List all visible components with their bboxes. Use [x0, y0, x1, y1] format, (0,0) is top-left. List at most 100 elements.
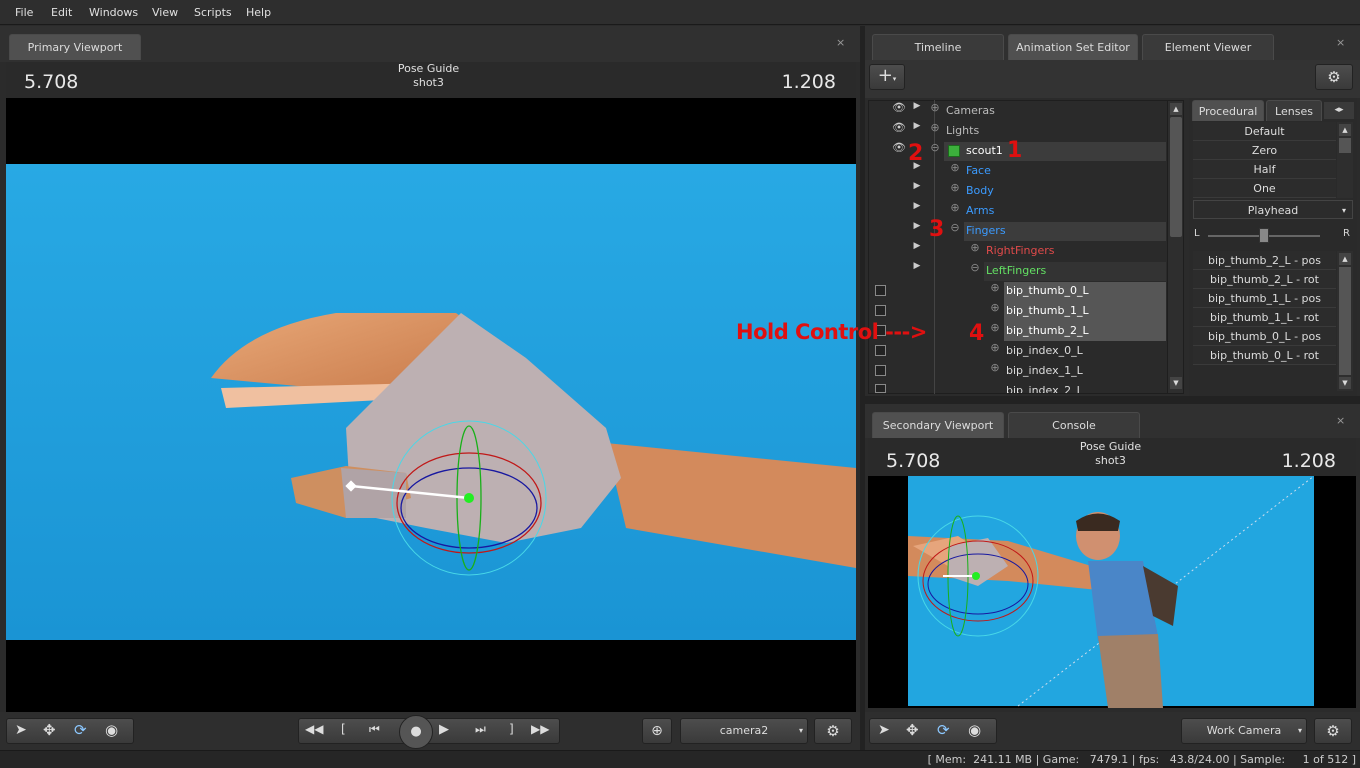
scale-tool-icon[interactable]: ◉ [105, 721, 118, 739]
add-button[interactable]: +▾ [869, 64, 905, 90]
vertical-splitter[interactable] [860, 26, 865, 750]
visibility-eye-icon[interactable]: 👁 [892, 141, 906, 161]
scroll-thumb[interactable] [1339, 138, 1351, 153]
tree-item-index2[interactable]: bip_index_2_L [1006, 381, 1083, 393]
next-frame-icon[interactable]: ⏭ [475, 722, 486, 737]
tab-animation-set-editor[interactable]: Animation Set Editor [1008, 34, 1138, 60]
rewind-icon[interactable]: ◀◀ [305, 722, 323, 736]
play-icon[interactable]: ▶ [439, 722, 449, 737]
expand-icon[interactable]: ⊕ [950, 201, 960, 221]
channel-item[interactable]: bip_thumb_2_L - rot [1193, 270, 1336, 289]
tab-element-viewer[interactable]: Element Viewer [1142, 34, 1274, 60]
move-tool-icon[interactable]: ✥ [906, 721, 919, 739]
scroll-up-icon[interactable]: ▲ [1339, 253, 1351, 265]
secondary-settings-gear-icon[interactable]: ⚙ [1314, 718, 1352, 744]
menu-view[interactable]: View [152, 6, 178, 19]
select-arrow-icon[interactable]: ▶ [911, 201, 923, 221]
scroll-down-icon[interactable]: ▼ [1339, 377, 1351, 389]
preset-one[interactable]: One [1193, 179, 1336, 198]
primary-scene[interactable] [6, 98, 856, 712]
tree-item-scout1[interactable]: scout1 [966, 141, 1003, 161]
tree-item-body[interactable]: Body [966, 181, 994, 201]
menu-windows[interactable]: Windows [89, 6, 138, 19]
tree-item-face[interactable]: Face [966, 161, 991, 181]
select-arrow-icon[interactable]: ▶ [911, 101, 923, 121]
camera-select[interactable]: camera2 ▾ [680, 718, 808, 744]
horizontal-splitter[interactable] [865, 396, 1360, 404]
record-button[interactable]: ● [399, 715, 433, 749]
menu-file[interactable]: File [15, 6, 33, 19]
select-arrow-icon[interactable]: ▶ [911, 261, 923, 281]
scroll-thumb[interactable] [1339, 267, 1351, 375]
channel-checkbox[interactable] [875, 305, 886, 316]
scroll-up-icon[interactable]: ▲ [1170, 103, 1182, 115]
work-camera-select[interactable]: Work Camera ▾ [1181, 718, 1307, 744]
preset-default[interactable]: Default [1193, 122, 1336, 141]
tree-item-fingers[interactable]: Fingers [966, 221, 1006, 241]
menu-edit[interactable]: Edit [51, 6, 72, 19]
playhead-dropdown[interactable]: Playhead ▾ [1193, 200, 1353, 219]
channel-item[interactable]: bip_thumb_0_L - rot [1193, 346, 1336, 365]
tree-item-index0[interactable]: bip_index_0_L [1006, 341, 1083, 361]
mark-in-icon[interactable]: [ [341, 722, 346, 736]
collapse-icon[interactable]: ⊖ [950, 221, 960, 241]
select-arrow-icon[interactable]: ▶ [911, 121, 923, 141]
expand-icon[interactable]: ⊕ [990, 301, 1000, 321]
slider-thumb[interactable] [1259, 228, 1269, 243]
prev-frame-icon[interactable]: ⏮ [369, 722, 380, 737]
tab-timeline[interactable]: Timeline [872, 34, 1004, 60]
rotate-tool-icon[interactable]: ⟳ [74, 721, 87, 739]
visibility-eye-icon[interactable]: 👁 [892, 101, 906, 121]
preset-half[interactable]: Half [1193, 160, 1336, 179]
visibility-eye-icon[interactable]: 👁 [892, 121, 906, 141]
pivot-marker[interactable] [464, 493, 474, 503]
tree-item-leftfingers[interactable]: LeftFingers [986, 261, 1046, 281]
expand-icon[interactable]: ⊕ [990, 321, 1000, 341]
preset-scrollbar[interactable]: ▲ [1337, 122, 1353, 198]
tree-item-thumb0[interactable]: bip_thumb_0_L [1006, 281, 1089, 301]
tree-item-thumb1[interactable]: bip_thumb_1_L [1006, 301, 1089, 321]
menu-scripts[interactable]: Scripts [194, 6, 232, 19]
scroll-down-icon[interactable]: ▼ [1170, 377, 1182, 389]
channel-item[interactable]: bip_thumb_0_L - pos [1193, 327, 1336, 346]
close-primary-icon[interactable]: × [836, 36, 845, 49]
channel-item[interactable]: bip_thumb_2_L - pos [1193, 251, 1336, 270]
menu-help[interactable]: Help [246, 6, 271, 19]
fast-forward-icon[interactable]: ▶▶ [531, 722, 549, 736]
tree-item-thumb2[interactable]: bip_thumb_2_L [1006, 321, 1089, 341]
select-arrow-icon[interactable]: ▶ [911, 221, 923, 241]
expand-icon[interactable]: ⊕ [990, 341, 1000, 361]
anim-settings-gear-icon[interactable]: ⚙ [1315, 64, 1353, 90]
tab-primary-viewport[interactable]: Primary Viewport [9, 34, 141, 60]
secondary-viewport[interactable] [868, 475, 1356, 708]
primary-viewport[interactable] [6, 98, 856, 712]
expand-icon[interactable]: ⊕ [990, 281, 1000, 301]
tree-item-lights[interactable]: Lights [946, 121, 979, 141]
select-arrow-icon[interactable]: ▶ [911, 241, 923, 261]
channel-checkbox[interactable] [875, 285, 886, 296]
channel-checkbox[interactable] [875, 345, 886, 356]
channel-item[interactable]: bip_thumb_1_L - pos [1193, 289, 1336, 308]
tree-item-rightfingers[interactable]: RightFingers [986, 241, 1055, 261]
expand-icon[interactable]: ⊕ [950, 161, 960, 181]
scroll-thumb[interactable] [1170, 117, 1182, 237]
secondary-scene[interactable] [868, 475, 1356, 708]
expand-icon[interactable]: ⊕ [990, 361, 1000, 381]
select-arrow-icon[interactable]: ▶ [911, 181, 923, 201]
scroll-up-icon[interactable]: ▲ [1339, 124, 1351, 136]
rotate-tool-icon[interactable]: ⟳ [937, 721, 950, 739]
expand-icon[interactable]: ⊕ [930, 121, 940, 141]
move-tool-icon[interactable]: ✥ [43, 721, 56, 739]
channel-scrollbar[interactable]: ▲ ▼ [1337, 251, 1353, 391]
camera-target-icon[interactable]: ⊕ [642, 718, 672, 744]
close-right-icon[interactable]: × [1336, 36, 1345, 49]
channel-checkbox[interactable] [875, 384, 886, 393]
close-secondary-icon[interactable]: × [1336, 414, 1345, 427]
tab-lenses[interactable]: Lenses [1266, 100, 1322, 121]
select-tool-icon[interactable]: ➤ [878, 722, 890, 738]
pivot-marker[interactable] [972, 572, 980, 580]
mark-out-icon[interactable]: ] [509, 722, 514, 736]
primary-settings-gear-icon[interactable]: ⚙ [814, 718, 852, 744]
select-tool-icon[interactable]: ➤ [15, 722, 27, 738]
expand-icon[interactable]: ⊕ [970, 241, 980, 261]
